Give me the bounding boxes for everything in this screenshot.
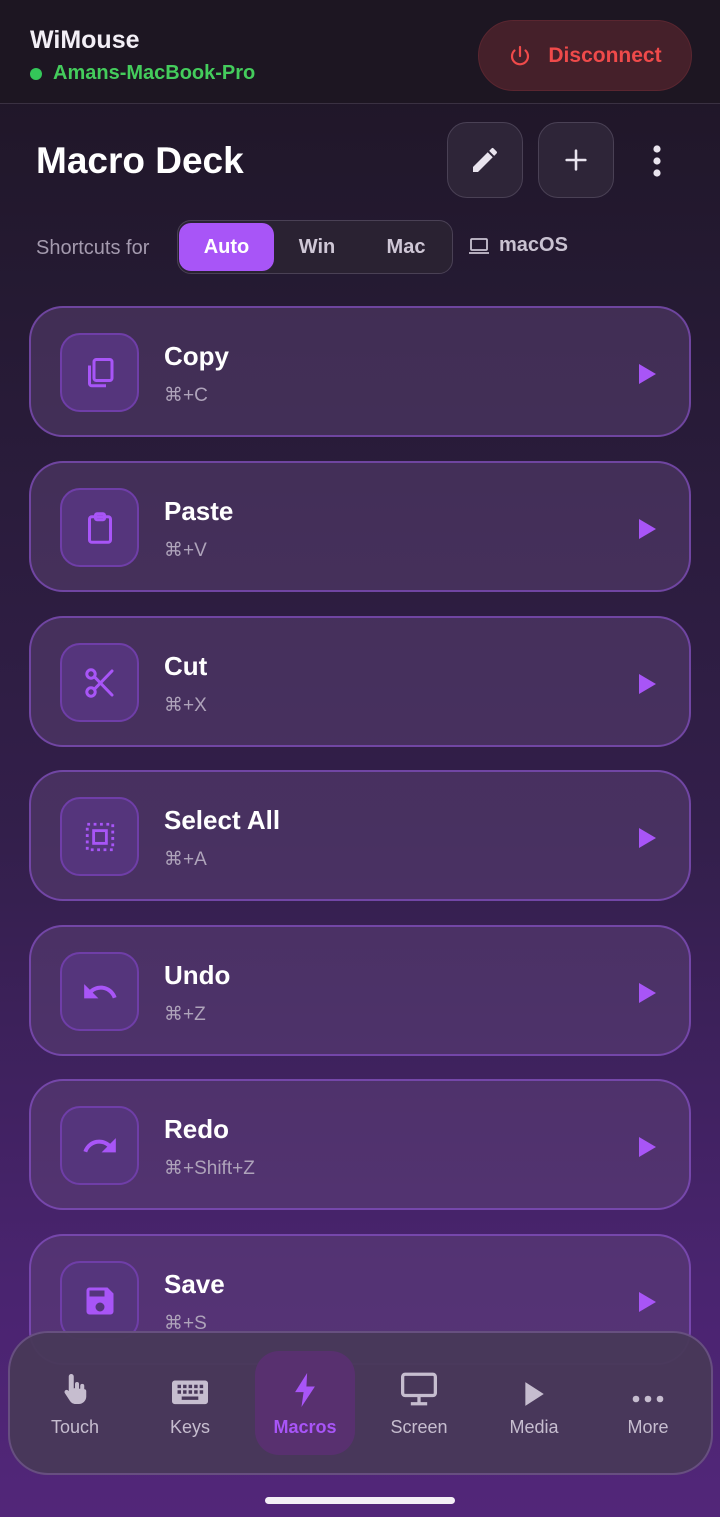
nav-media[interactable]: Media [484, 1351, 584, 1455]
vertical-dots-icon [653, 145, 661, 177]
macro-card-paste[interactable]: Paste ⌘+V [29, 461, 691, 592]
macro-name: Paste [164, 496, 234, 526]
play-icon [525, 1382, 544, 1406]
macro-keys: ⌘+A [164, 849, 207, 870]
pencil-icon [473, 147, 498, 172]
power-icon [511, 45, 530, 65]
scissors-icon [84, 667, 113, 698]
laptop-icon [469, 237, 489, 254]
macro-keys: ⌘+Z [164, 1004, 206, 1025]
nav-screen[interactable]: Screen [369, 1351, 469, 1455]
nav-label: Media [509, 1417, 559, 1437]
macro-icon-box [60, 1261, 139, 1340]
macro-card-redo[interactable]: Redo ⌘+Shift+Z [29, 1079, 691, 1210]
disconnect-button[interactable]: Disconnect [478, 20, 692, 91]
macro-icon-box [60, 952, 139, 1031]
macro-icon-box [60, 797, 139, 876]
connection-status: Amans-MacBook-Pro [30, 62, 255, 85]
nav-label: Keys [169, 1417, 211, 1437]
macro-keys: ⌘+X [164, 695, 207, 716]
monitor-icon [401, 1372, 437, 1406]
page-title: Macro Deck [36, 140, 244, 181]
macro-card-undo[interactable]: Undo ⌘+Z [29, 925, 691, 1056]
play-macro-icon[interactable] [637, 673, 657, 695]
nav-label: Touch [50, 1417, 100, 1437]
nav-label: More [627, 1417, 669, 1437]
macro-card-select-all[interactable]: Select All ⌘+A [29, 770, 691, 901]
macro-card-cut[interactable]: Cut ⌘+X [29, 616, 691, 747]
play-macro-icon[interactable] [637, 363, 657, 385]
macro-name: Save [164, 1269, 225, 1299]
macro-name: Copy [164, 341, 229, 371]
plus-icon [565, 149, 587, 171]
home-indicator [265, 1497, 455, 1504]
nav-label: Macros [273, 1417, 337, 1437]
nav-macros[interactable]: Macros [255, 1351, 355, 1455]
os-segmented-control: Auto Win Mac [177, 220, 453, 274]
play-macro-icon[interactable] [637, 982, 657, 1004]
redo-icon [82, 1137, 116, 1152]
macro-keys: ⌘+V [164, 540, 207, 561]
horizontal-dots-icon [632, 1395, 664, 1403]
macro-icon-box [60, 1106, 139, 1185]
macro-keys: ⌘+Shift+Z [164, 1158, 255, 1179]
undo-icon [83, 983, 117, 998]
nav-keys[interactable]: Keys [140, 1351, 240, 1455]
macro-icon-box [60, 333, 139, 412]
copy-icon [87, 357, 113, 387]
macro-name: Redo [164, 1114, 229, 1144]
nav-more[interactable]: More [598, 1351, 698, 1455]
macro-name: Cut [164, 651, 208, 681]
shortcuts-label: Shortcuts for [36, 237, 150, 259]
detected-os: macOS [468, 234, 568, 257]
top-bar: WiMouse Amans-MacBook-Pro Disconnect [0, 0, 720, 104]
macro-icon-box [60, 488, 139, 567]
macro-card-copy[interactable]: Copy ⌘+C [29, 306, 691, 437]
bottom-navigation: Touch Keys Macros Screen Media More [8, 1331, 713, 1475]
segment-mac[interactable]: Mac [360, 223, 452, 271]
device-name: Amans-MacBook-Pro [53, 62, 256, 84]
play-macro-icon[interactable] [637, 1291, 657, 1313]
nav-touch[interactable]: Touch [25, 1351, 125, 1455]
touch-icon [64, 1374, 87, 1404]
play-macro-icon[interactable] [637, 1136, 657, 1158]
nav-label: Screen [390, 1417, 448, 1437]
play-macro-icon[interactable] [637, 518, 657, 540]
edit-button[interactable] [447, 122, 523, 198]
play-macro-icon[interactable] [637, 827, 657, 849]
save-icon [86, 1287, 113, 1314]
app-title: WiMouse [30, 26, 140, 54]
macro-name: Undo [164, 960, 231, 990]
macro-name: Select All [164, 805, 281, 835]
bolt-icon [295, 1373, 315, 1407]
clipboard-icon [87, 511, 112, 544]
status-dot-icon [30, 67, 42, 80]
macro-icon-box [60, 643, 139, 722]
keyboard-icon [172, 1380, 208, 1405]
disconnect-label: Disconnect [548, 43, 662, 67]
more-options-button[interactable] [638, 138, 676, 184]
select-all-icon [85, 822, 114, 851]
macro-keys: ⌘+C [164, 385, 208, 406]
add-macro-button[interactable] [538, 122, 614, 198]
detected-os-label: macOS [499, 234, 568, 256]
segment-win[interactable]: Win [274, 223, 360, 271]
segment-auto[interactable]: Auto [179, 223, 274, 271]
